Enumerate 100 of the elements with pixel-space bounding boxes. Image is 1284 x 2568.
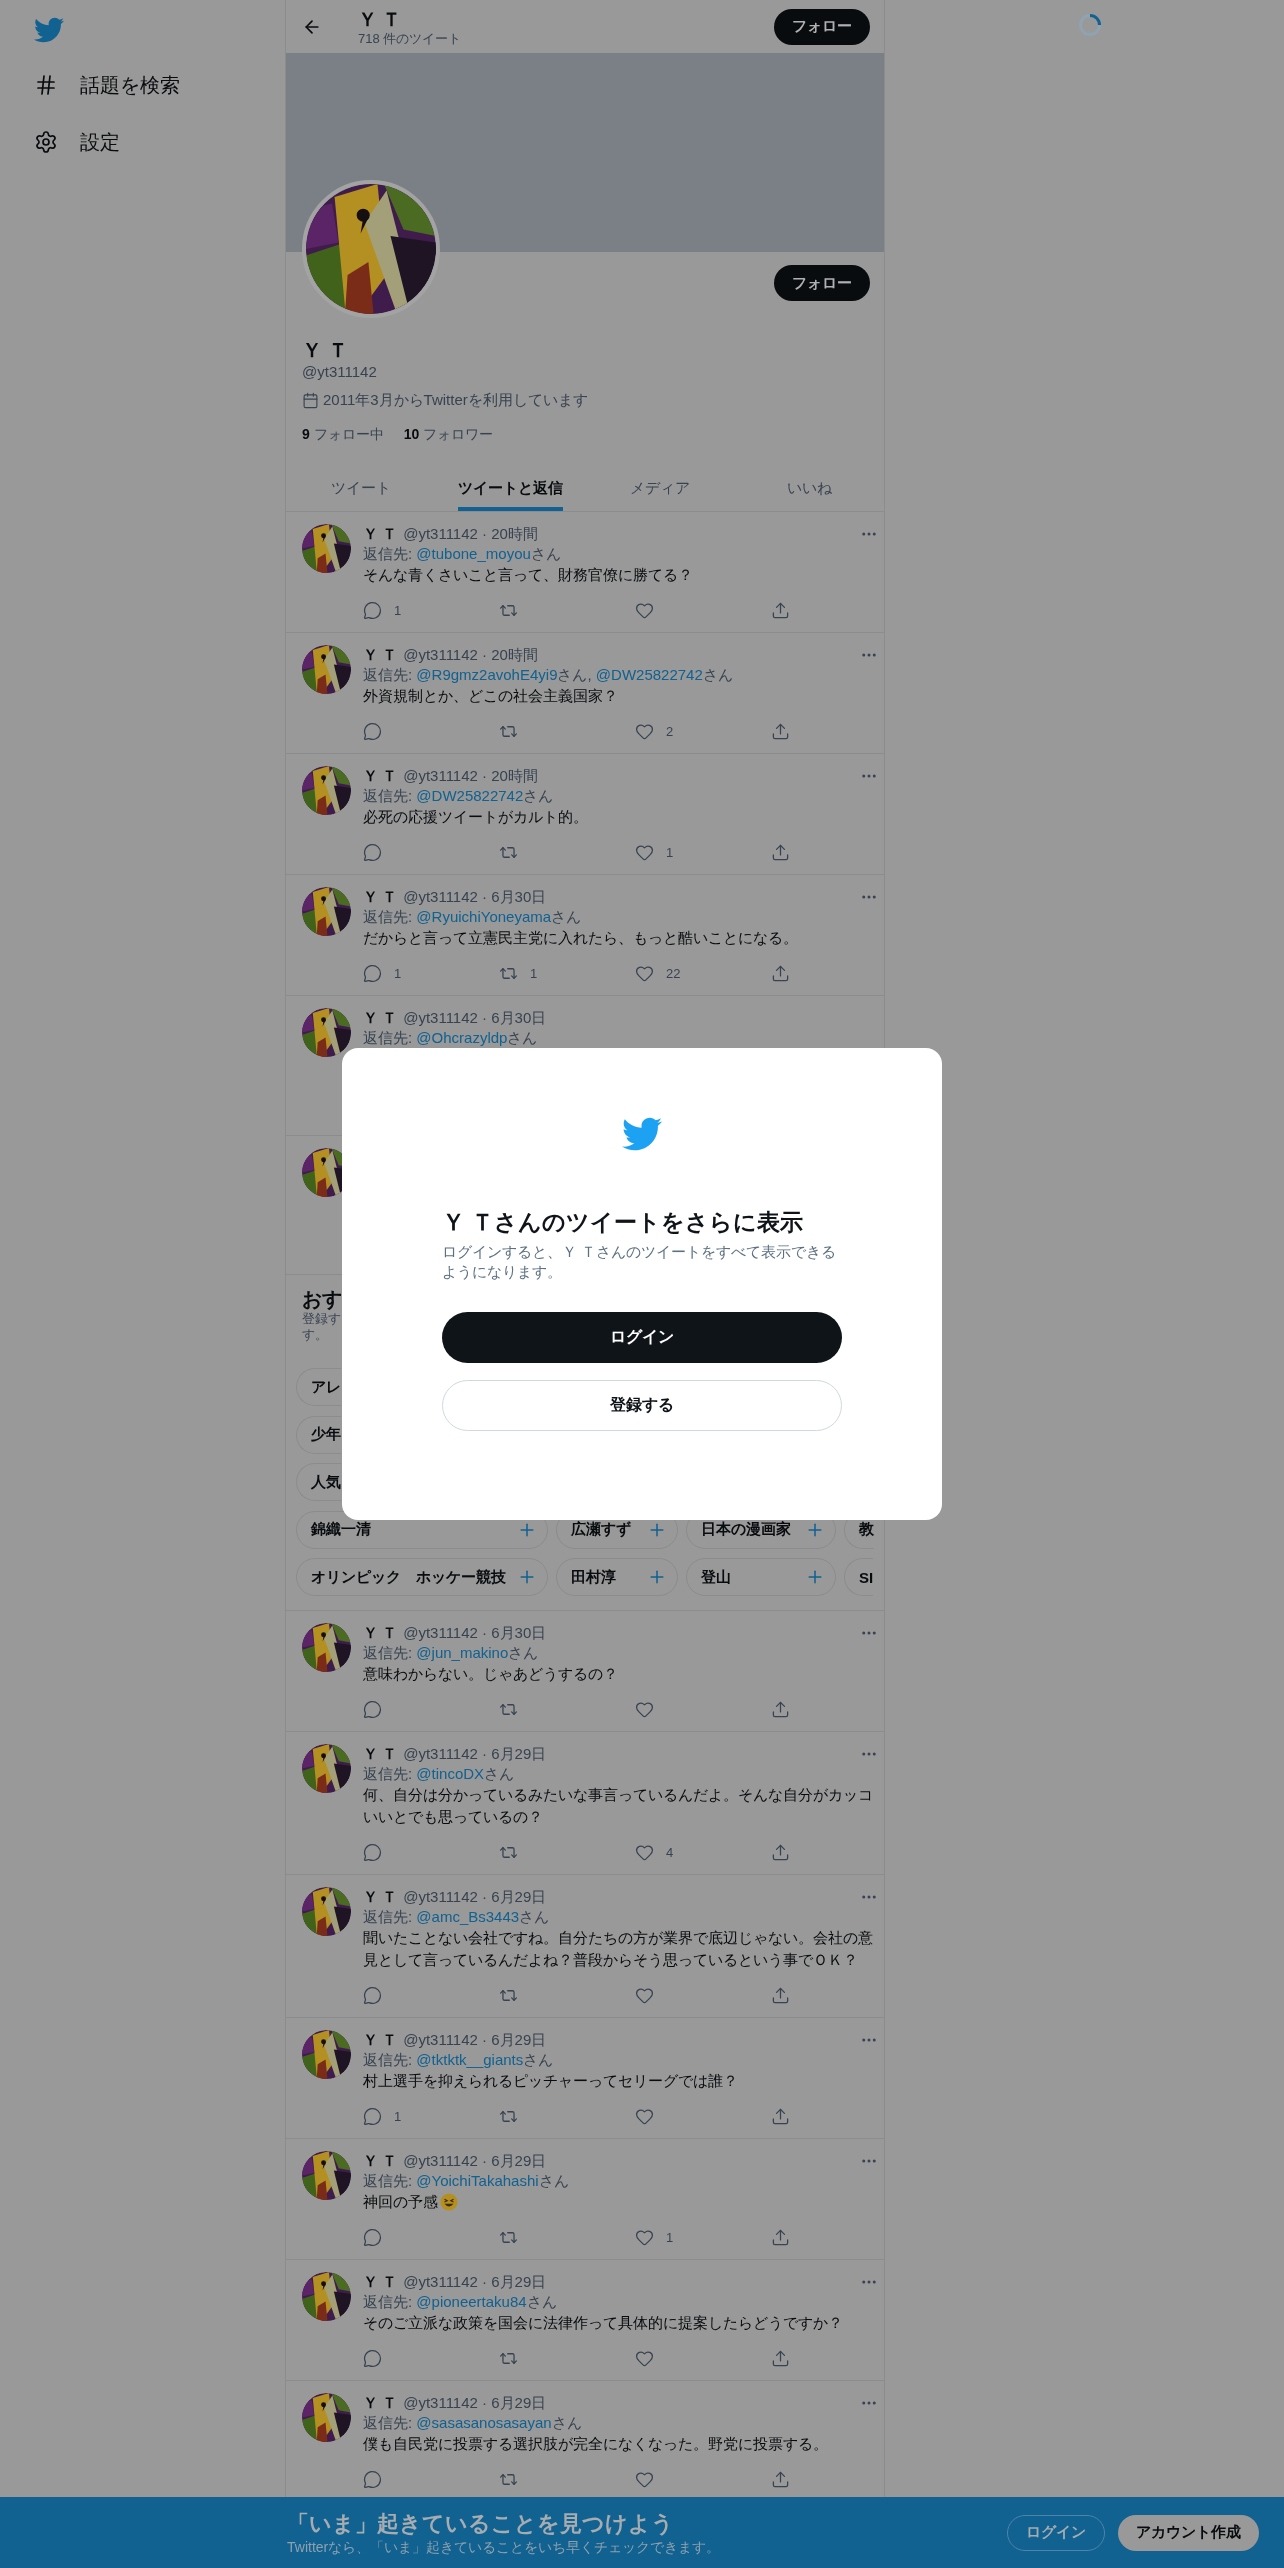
- comment-icon[interactable]: [363, 721, 382, 741]
- tweet-text: だからと言って立憲民主党に入れたら、もっと酷いことになる。: [363, 928, 798, 948]
- tweet-meta: @yt311142 · 6月29日: [403, 2151, 547, 2171]
- tweet-text: 聞いたことない会社ですね。自分たちの方が業界で底辺じゃない。会社の意見として言っているんだよね？普段からそう思っているという事でＯＫ？: [363, 1928, 874, 1970]
- follow-count-link[interactable]: 10 フォロワー: [403, 424, 494, 444]
- tweet-text: そのご立派な政策を国会に法律作って具体的に提案したらどうですか？: [363, 2313, 843, 2333]
- sidebar-link[interactable]: 話題を検索: [34, 65, 180, 105]
- comment-icon[interactable]: [363, 963, 382, 983]
- profile-tab[interactable]: メディア: [629, 465, 690, 511]
- tweet-meta: @yt311142 · 6月30日: [403, 1623, 547, 1643]
- reply-to-line: 返信先: @YoichiTakahashiさん: [363, 2171, 569, 2191]
- share-icon[interactable]: [771, 2106, 790, 2126]
- joined-date: 2011年3月からTwitterを利用しています: [323, 390, 588, 410]
- heart-icon[interactable]: [635, 963, 654, 983]
- author-name: Ｙ Ｔ: [363, 2151, 398, 2171]
- tweet-meta: @yt311142 · 20時間: [403, 524, 538, 544]
- banner-text: Twitterなら、「いま」起きていることをいち早くチェックできます。: [287, 2537, 721, 2556]
- reply-to-line: 返信先: @RyuichiYoneyamaさん: [363, 907, 582, 927]
- dialog-title: Ｙ Ｔさんのツイートをさらに表示: [442, 1208, 804, 1236]
- dialog-text: ログインすると、Ｙ Ｔさんのツイートをすべて表示できるようになります。: [442, 1242, 838, 1282]
- tweet-meta: @yt311142 · 6月29日: [403, 2030, 547, 2050]
- tweet-meta: @yt311142 · 6月30日: [403, 887, 547, 907]
- action-count: 1: [666, 2229, 674, 2245]
- profile-tab[interactable]: ツイートと返信: [457, 465, 563, 511]
- heart-icon[interactable]: [635, 2469, 654, 2489]
- action-count: 1: [394, 602, 402, 618]
- sidebar-link[interactable]: 設定: [34, 122, 120, 162]
- reply-to-line: 返信先: @R9gmz2avohE4yi9さん, @DW25822742さん: [363, 665, 733, 685]
- tweet-meta: @yt311142 · 6月29日: [403, 1744, 547, 1764]
- action-count: 22: [666, 965, 681, 981]
- tweet-meta: @yt311142 · 20時間: [403, 766, 538, 786]
- comment-icon[interactable]: [363, 2106, 382, 2126]
- heart-icon[interactable]: [635, 1842, 654, 1862]
- share-icon[interactable]: [771, 1985, 790, 2005]
- share-icon[interactable]: [771, 2227, 790, 2247]
- author-name: Ｙ Ｔ: [363, 2030, 398, 2050]
- action-count: 1: [394, 965, 402, 981]
- follow-button[interactable]: フォロー: [774, 265, 870, 301]
- comment-icon[interactable]: [363, 2227, 382, 2247]
- reply-to-line: 返信先: @Ohcrazyldpさん: [363, 1028, 538, 1048]
- tweet-text: 神回の予感: [363, 2192, 438, 2212]
- follow-count-link[interactable]: 9 フォロー中: [302, 424, 384, 444]
- banner-title: 「いま」起きていることを見つけよう: [287, 2509, 675, 2538]
- author-name: Ｙ Ｔ: [363, 2393, 398, 2413]
- section-title: おす: [302, 1287, 342, 1311]
- tweet-text: そんな青くさいこと言って、財務官僚に勝てる？: [363, 565, 693, 585]
- heart-icon[interactable]: [635, 2106, 654, 2126]
- heart-icon[interactable]: [635, 2227, 654, 2247]
- author-name: Ｙ Ｔ: [363, 1744, 398, 1764]
- tweet-meta: @yt311142 · 6月30日: [403, 1008, 547, 1028]
- comment-icon[interactable]: [363, 1699, 382, 1719]
- author-name: Ｙ Ｔ: [363, 645, 398, 665]
- author-name: Ｙ Ｔ: [363, 2272, 398, 2292]
- tweet-meta: @yt311142 · 6月29日: [403, 2272, 547, 2292]
- heart-icon[interactable]: [635, 1699, 654, 1719]
- author-name: Ｙ Ｔ: [363, 766, 398, 786]
- action-count: 2: [666, 723, 674, 739]
- action-count: 1: [666, 844, 674, 860]
- share-icon[interactable]: [771, 842, 790, 862]
- comment-icon[interactable]: [363, 2348, 382, 2368]
- heart-icon[interactable]: [635, 2348, 654, 2368]
- share-icon[interactable]: [771, 600, 790, 620]
- settings-icon: [34, 130, 58, 154]
- author-name: Ｙ Ｔ: [363, 1623, 398, 1643]
- heart-icon[interactable]: [635, 600, 654, 620]
- share-icon[interactable]: [771, 1699, 790, 1719]
- heart-icon[interactable]: [635, 842, 654, 862]
- signup-button[interactable]: アカウント作成: [1118, 2514, 1259, 2551]
- share-icon[interactable]: [771, 963, 790, 983]
- share-icon[interactable]: [771, 1842, 790, 1862]
- action-count: 1: [394, 2108, 402, 2124]
- reply-to-line: 返信先: @sasasanosasayanさん: [363, 2413, 582, 2433]
- profile-tab[interactable]: いいね: [786, 465, 832, 511]
- comment-icon[interactable]: [363, 1842, 382, 1862]
- profile-tab[interactable]: ツイート: [330, 465, 391, 511]
- comment-icon[interactable]: [363, 600, 382, 620]
- reply-to-line: 返信先: @DW25822742さん: [363, 786, 554, 806]
- comment-icon[interactable]: [363, 1985, 382, 2005]
- author-name: Ｙ Ｔ: [363, 887, 398, 907]
- bird-icon[interactable]: [34, 15, 64, 45]
- tweet-text: 村上選手を抑えられるピッチャーってセリーグでは誰？: [363, 2071, 738, 2091]
- tweet-meta: @yt311142 · 20時間: [403, 645, 538, 665]
- reply-to-line: 返信先: @jun_makinoさん: [363, 1643, 539, 1663]
- comment-icon[interactable]: [363, 2469, 382, 2489]
- share-icon[interactable]: [771, 2348, 790, 2368]
- tweet-text: 何、自分は分かっているみたいな事言っているんだよ。そんな自分がカッコいいとでも思っているの？: [363, 1785, 874, 1827]
- tweet-count: 718 件のツイート: [358, 30, 462, 47]
- heart-icon[interactable]: [635, 1985, 654, 2005]
- follow-button[interactable]: フォロー: [774, 8, 870, 45]
- reply-to-line: 返信先: @amc_Bs3443さん: [363, 1907, 550, 1927]
- login-button[interactable]: ログイン: [442, 1312, 842, 1363]
- heart-icon[interactable]: [635, 721, 654, 741]
- calendar-icon: [302, 391, 319, 409]
- reply-to-line: 返信先: @tincoDXさん: [363, 1764, 515, 1784]
- share-icon[interactable]: [771, 721, 790, 741]
- signup-button[interactable]: 登録する: [442, 1380, 842, 1431]
- tweet-meta: @yt311142 · 6月29日: [403, 1887, 547, 1907]
- share-icon[interactable]: [771, 2469, 790, 2489]
- comment-icon[interactable]: [363, 842, 382, 862]
- author-name: Ｙ Ｔ: [363, 1008, 398, 1028]
